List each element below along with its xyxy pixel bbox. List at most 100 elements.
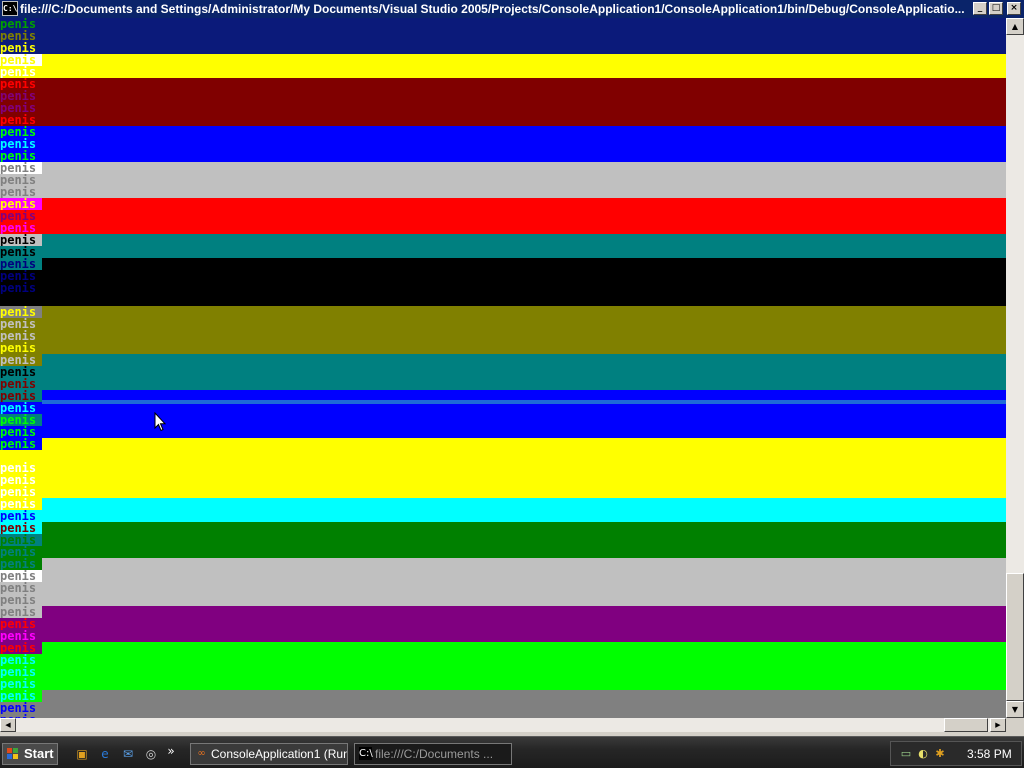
vertical-scroll-thumb[interactable] — [1006, 573, 1024, 701]
console-line: penis — [0, 282, 1006, 294]
horizontal-scroll-thumb[interactable] — [944, 718, 988, 732]
console-line: penis — [0, 150, 1006, 162]
console-line: penis — [0, 54, 1006, 66]
console-line: penis — [0, 438, 1006, 450]
console-line-text: penis — [0, 90, 42, 102]
close-button[interactable]: × — [1007, 2, 1021, 15]
console-line-text: penis — [0, 354, 42, 366]
console-line-text: penis — [0, 486, 42, 498]
console-line: penis — [0, 234, 1006, 246]
console-line-text: penis — [0, 462, 42, 474]
console-line-text: penis — [0, 438, 42, 450]
console-line: penis — [0, 522, 1006, 534]
console-line: penis — [0, 450, 1006, 462]
console-line: penis — [0, 318, 1006, 330]
horizontal-scrollbar[interactable]: ◀ ▶ — [0, 718, 1006, 732]
scroll-right-button[interactable]: ▶ — [990, 718, 1006, 732]
console-line-text: penis — [0, 78, 42, 90]
taskbar-button[interactable]: C:\ file:///C:/Documents ... — [354, 743, 512, 765]
console-line: penis — [0, 690, 1006, 702]
console-line: penis — [0, 402, 1006, 414]
console-line-text: penis — [0, 366, 42, 378]
console-line-text: penis — [0, 186, 42, 198]
scroll-up-button[interactable]: ▲ — [1006, 18, 1024, 35]
console-line-text: penis — [0, 378, 42, 390]
console-line-text: penis — [0, 510, 42, 522]
console-line: penis — [0, 486, 1006, 498]
console-line: penis — [0, 606, 1006, 618]
system-tray: ▭ ◐ ✱ 3:58 PM — [890, 741, 1022, 766]
console-line-text: penis — [0, 390, 42, 402]
console-line: penis — [0, 258, 1006, 270]
console-line: penis — [0, 582, 1006, 594]
console-line-text: penis — [0, 498, 42, 510]
console-line-text: penis — [0, 18, 42, 30]
console-line: penis — [0, 246, 1006, 258]
internet-explorer-icon[interactable]: e — [97, 746, 113, 762]
console-line: penis — [0, 102, 1006, 114]
app-tray-icon[interactable]: ✱ — [933, 747, 947, 761]
console-line: penis — [0, 270, 1006, 282]
console-line: penis — [0, 546, 1006, 558]
console-line-text: penis — [0, 54, 42, 66]
maximize-button[interactable]: □ — [989, 2, 1003, 15]
console-line: penis — [0, 630, 1006, 642]
console-line: penis — [0, 558, 1006, 570]
outlook-express-icon[interactable]: ✉ — [120, 746, 136, 762]
minimize-button[interactable]: _ — [973, 2, 987, 15]
console-line-text: penis — [0, 294, 42, 306]
console-line-text: penis — [0, 162, 42, 174]
console-line: penis — [0, 66, 1006, 78]
console-line: penis — [0, 594, 1006, 606]
show-desktop-icon[interactable]: ▣ — [74, 746, 90, 762]
console-line-text: penis — [0, 66, 42, 78]
console-line-text: penis — [0, 258, 42, 270]
console-line-text: penis — [0, 630, 42, 642]
console-line: penis — [0, 30, 1006, 42]
scroll-down-button[interactable]: ▼ — [1006, 701, 1024, 718]
taskbar: Start ▣ e ✉ ◎ » ∞ ConsoleApplication1 (Run..… — [0, 736, 1024, 768]
console-line-text: penis — [0, 198, 42, 210]
console-line-text: penis — [0, 522, 42, 534]
console-line-text: penis — [0, 138, 42, 150]
console-line-text: penis — [0, 594, 42, 606]
console-line-text: penis — [0, 570, 42, 582]
vertical-scrollbar[interactable]: ▲ ▼ — [1006, 18, 1024, 718]
window-title-bar[interactable]: C:\ file:///C:/Documents and Settings/Ad… — [0, 0, 1024, 18]
console-line-text: penis — [0, 318, 42, 330]
console-line-text: penis — [0, 642, 42, 654]
quick-launch-overflow-icon[interactable]: » — [166, 743, 176, 759]
console-line-text: penis — [0, 42, 42, 54]
network-tray-icon[interactable]: ▭ — [899, 747, 913, 761]
volume-tray-icon[interactable]: ◐ — [916, 747, 930, 761]
console-line: penis — [0, 654, 1006, 666]
clock[interactable]: 3:58 PM — [967, 742, 1012, 766]
console-line-text: penis — [0, 234, 42, 246]
console-line-text: penis — [0, 306, 42, 318]
console-output-area[interactable]: penis penis penis penis penis penis penis penis… — [0, 18, 1006, 718]
console-line-text: penis — [0, 606, 42, 618]
console-line: penis — [0, 378, 1006, 390]
console-line-text: penis — [0, 678, 42, 690]
scrollbar-corner — [1006, 718, 1024, 732]
console-line: penis — [0, 570, 1006, 582]
console-line: penis — [0, 138, 1006, 150]
console-line: penis — [0, 534, 1006, 546]
console-window-icon[interactable]: C:\ — [2, 1, 18, 16]
media-player-icon[interactable]: ◎ — [143, 746, 159, 762]
console-line: penis — [0, 210, 1006, 222]
console-line: penis — [0, 618, 1006, 630]
console-line: penis — [0, 678, 1006, 690]
console-line-text: penis — [0, 102, 42, 114]
console-line-text: penis — [0, 30, 42, 42]
console-line-text: penis — [0, 690, 42, 702]
console-line-text: penis — [0, 558, 42, 570]
console-line-text: penis — [0, 702, 42, 714]
taskbar-button[interactable]: ∞ ConsoleApplication1 (Run... — [190, 743, 348, 765]
console-line: penis — [0, 462, 1006, 474]
console-line: penis — [0, 222, 1006, 234]
scroll-left-button[interactable]: ◀ — [0, 718, 16, 732]
start-button[interactable]: Start — [2, 743, 58, 765]
console-line-text: penis — [0, 342, 42, 354]
console-line: penis — [0, 114, 1006, 126]
